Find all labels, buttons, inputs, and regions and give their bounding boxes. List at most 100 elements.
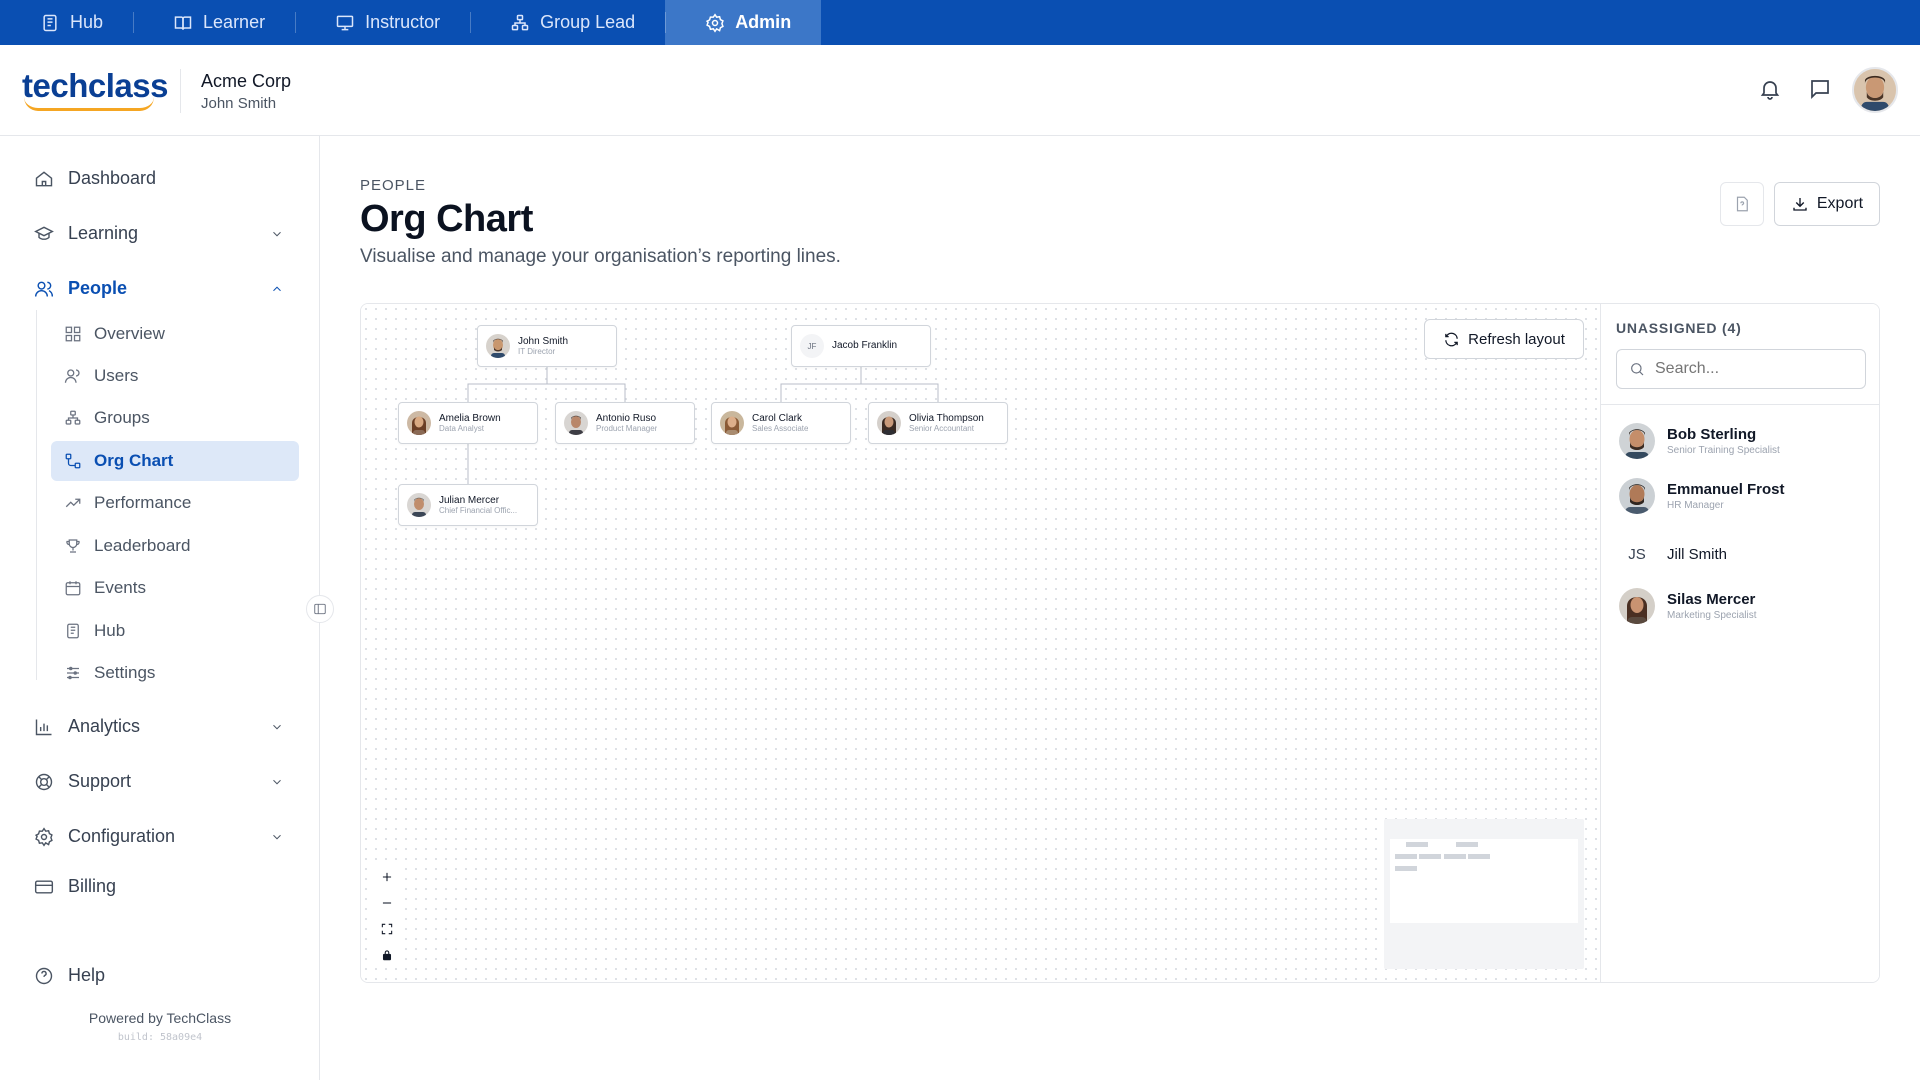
avatar-initials: JS [1619, 536, 1655, 572]
sidebar-sub-performance[interactable]: Performance [51, 483, 299, 523]
sidebar-nav: Dashboard Learning People Overview Users… [0, 136, 320, 1080]
sidebar-item-help[interactable]: Help [34, 965, 284, 986]
avatar [1619, 478, 1655, 514]
trophy-icon [66, 539, 80, 553]
role-group-lead[interactable]: Group Lead [470, 0, 665, 45]
panel-divider [1601, 404, 1879, 405]
sidebar-sub-hub[interactable]: Hub [51, 611, 299, 651]
lock-button[interactable] [374, 942, 400, 968]
sidebar-item-analytics[interactable]: Analytics [34, 716, 284, 737]
reporting-line [780, 367, 862, 402]
hub-icon [43, 14, 57, 31]
avatar [877, 411, 901, 435]
node-role: Sales Associate [752, 424, 809, 434]
sidebar-sub-org-chart[interactable]: Org Chart [51, 441, 299, 481]
avatar-initials: JF [800, 334, 824, 358]
avatar [564, 411, 588, 435]
org-node-antonio-ruso[interactable]: Antonio Ruso Product Manager [555, 402, 695, 444]
zoom-out-button[interactable] [374, 890, 400, 916]
hub-icon [67, 623, 79, 639]
unassigned-person-emmanuel-frost[interactable]: Emmanuel Frost HR Manager [1619, 476, 1869, 516]
minimap[interactable] [1384, 819, 1584, 969]
graduation-cap-icon [34, 226, 54, 240]
avatar-photo [1854, 69, 1896, 111]
sidebar-sub-users[interactable]: Users [51, 356, 299, 396]
avatar-photo [1619, 588, 1655, 624]
node-role: Data Analyst [439, 424, 484, 434]
sidebar-sub-groups[interactable]: Groups [51, 398, 299, 438]
role-instructor[interactable]: Instructor [295, 0, 470, 45]
person-text: Emmanuel Frost HR Manager [1667, 481, 1785, 511]
avatar-photo [564, 411, 588, 435]
refresh-layout-button[interactable]: Refresh layout [1424, 319, 1584, 359]
sidebar-sub-leaderboard[interactable]: Leaderboard [51, 526, 299, 566]
sidebar-item-billing[interactable]: Billing [34, 876, 284, 897]
refresh-icon [1445, 332, 1458, 346]
zoom-in-button[interactable] [374, 864, 400, 890]
home-icon [35, 170, 53, 186]
unassigned-panel: UNASSIGNED (4) Bob Sterling Senior Train… [1601, 304, 1879, 982]
sidebar-sub-settings[interactable]: Settings [51, 653, 299, 693]
group-icon [511, 14, 529, 30]
notifications-button[interactable] [1758, 77, 1782, 101]
sidebar-item-label: Help [68, 965, 106, 985]
unassigned-person-jill-smith[interactable]: JS Jill Smith [1619, 534, 1869, 574]
fit-view-button[interactable] [374, 916, 400, 942]
org-node-amelia-brown[interactable]: Amelia Brown Data Analyst [398, 402, 538, 444]
sidebar-toggle-icon [314, 603, 326, 615]
chevron-down-icon [273, 834, 281, 839]
role-learner[interactable]: Learner [133, 0, 295, 45]
role-hub[interactable]: Hub [0, 0, 133, 45]
avatar-photo [407, 411, 431, 435]
messages-button[interactable] [1808, 77, 1832, 101]
unassigned-person-silas-mercer[interactable]: Silas Mercer Marketing Specialist [1619, 586, 1869, 626]
unassigned-person-bob-sterling[interactable]: Bob Sterling Senior Training Specialist [1619, 421, 1869, 461]
node-role: IT Director [518, 347, 556, 357]
export-label: Export [1816, 195, 1864, 212]
role-admin[interactable]: Admin [665, 0, 822, 45]
search-input[interactable] [1655, 360, 1855, 378]
powered-by: Powered by TechClass [88, 1010, 232, 1026]
sidebar-item-people[interactable]: People [34, 278, 284, 299]
node-text: Jacob Franklin [832, 340, 897, 352]
org-node-john-smith[interactable]: John Smith IT Director [477, 325, 617, 367]
techclass-logo[interactable]: techclass [22, 67, 168, 111]
org-node-julian-mercer[interactable]: Julian Mercer Chief Financial Offic... [398, 484, 538, 526]
logo-arc [24, 97, 154, 111]
help-doc-button[interactable] [1720, 182, 1764, 226]
role-label: Learner [203, 12, 266, 32]
user-avatar[interactable] [1852, 67, 1898, 113]
avatar-photo [877, 411, 901, 435]
users-icon [64, 369, 80, 383]
org-chart-canvas[interactable]: John Smith IT Director JF Jacob Franklin… [361, 304, 1601, 982]
minimap-node [1456, 842, 1478, 847]
node-name: Carol Clark [752, 412, 803, 424]
sidebar-sub-label: Settings [94, 663, 156, 682]
reporting-line [861, 383, 939, 402]
sidebar-item-support[interactable]: Support [34, 771, 284, 792]
org-node-jacob-franklin[interactable]: JF Jacob Franklin [791, 325, 931, 367]
node-role: Product Manager [596, 424, 658, 434]
subnav-line [36, 310, 37, 680]
lifebuoy-icon [35, 773, 53, 790]
org-node-carol-clark[interactable]: Carol Clark Sales Associate [711, 402, 851, 444]
sidebar-item-configuration[interactable]: Configuration [34, 826, 284, 847]
bell-icon [1760, 81, 1780, 100]
avatar [407, 411, 431, 435]
collapse-sidebar-button[interactable] [306, 595, 334, 623]
book-icon [174, 15, 192, 30]
sidebar-item-label: Dashboard [68, 168, 157, 188]
avatar [1619, 588, 1655, 624]
sidebar-sub-overview[interactable]: Overview [51, 314, 299, 354]
node-text: John Smith IT Director [518, 336, 568, 357]
sidebar-item-learning[interactable]: Learning [34, 223, 284, 244]
org-node-olivia-thompson[interactable]: Olivia Thompson Senior Accountant [868, 402, 1008, 444]
reporting-line [467, 367, 548, 402]
export-button[interactable]: Export [1774, 182, 1880, 226]
role-label: Instructor [365, 12, 441, 32]
sidebar-sub-events[interactable]: Events [51, 568, 299, 608]
sidebar-item-dashboard[interactable]: Dashboard [34, 168, 284, 189]
unassigned-search[interactable] [1616, 349, 1866, 389]
node-role: Senior Accountant [909, 424, 974, 434]
trending-up-icon [65, 498, 81, 508]
